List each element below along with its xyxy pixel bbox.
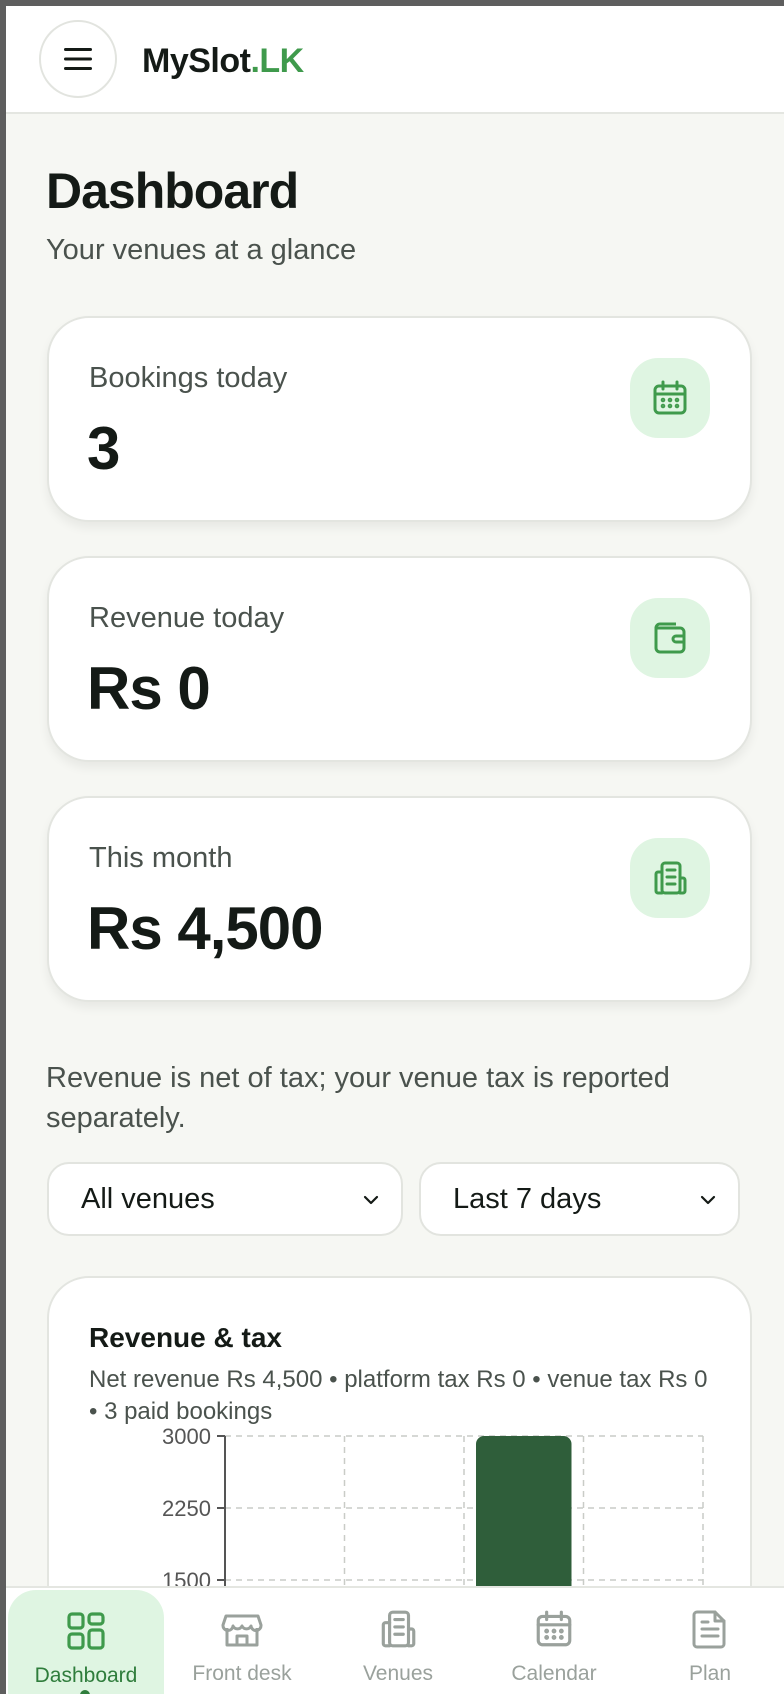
nav-item-calendar[interactable]: Calendar — [476, 1588, 632, 1694]
stat-value: 3 — [87, 415, 120, 482]
nav-label: Plan — [688, 1662, 732, 1685]
period-select-value: Last 7 days — [453, 1182, 602, 1215]
nav-item-plan[interactable]: Plan — [632, 1588, 784, 1694]
building-icon — [381, 1610, 416, 1648]
stat-icon-badge — [630, 358, 710, 438]
brand-tld: .LK — [250, 42, 304, 80]
nav-label: Calendar — [511, 1662, 597, 1685]
active-indicator — [80, 1690, 90, 1694]
calendar-icon — [536, 1610, 572, 1647]
chevron-down-icon — [700, 1195, 716, 1205]
y-tick-label: 3000 — [162, 1424, 211, 1449]
tax-note: Revenue is net of tax; your venue tax is… — [46, 1062, 670, 1134]
nav-label: Venues — [362, 1662, 434, 1685]
stat-icon-badge — [630, 598, 710, 678]
venue-select-value: All venues — [81, 1182, 215, 1215]
storefront-icon — [221, 1614, 263, 1647]
nav-label: Front desk — [192, 1662, 292, 1685]
brand-name: MySlot — [142, 42, 251, 80]
hamburger-menu-icon — [64, 48, 92, 70]
stat-value: Rs 0 — [87, 655, 211, 722]
nav-item-dashboard[interactable]: Dashboard — [8, 1590, 164, 1694]
app-frame: MySlot.LK Dashboard Your venues at a gla… — [6, 6, 784, 1694]
wallet-icon — [654, 622, 686, 654]
stat-label: Bookings today — [89, 362, 288, 394]
stat-card-this-month: This month Rs 4,500 — [47, 796, 752, 1002]
page-subtitle: Your venues at a glance — [46, 234, 357, 266]
receipt-icon — [654, 861, 687, 895]
nav-item-venues[interactable]: Venues — [320, 1588, 476, 1694]
top-bar: MySlot.LK — [6, 6, 784, 114]
document-icon — [692, 1610, 726, 1649]
calendar-icon — [653, 380, 687, 415]
page-title: Dashboard — [46, 163, 299, 219]
bottom-nav: Dashboard Front desk Venues Calendar Pla… — [6, 1586, 784, 1694]
chevron-down-icon — [363, 1195, 379, 1205]
stat-icon-badge — [630, 838, 710, 918]
stat-value: Rs 4,500 — [87, 895, 324, 962]
stat-label: This month — [89, 842, 233, 874]
nav-label: Dashboard — [34, 1664, 138, 1687]
y-tick-label: 2250 — [162, 1496, 211, 1521]
period-select[interactable]: Last 7 days — [419, 1162, 740, 1236]
dashboard-grid-icon — [67, 1612, 105, 1650]
stat-card-bookings-today: Bookings today 3 — [47, 316, 752, 522]
menu-button[interactable] — [39, 20, 117, 98]
stat-card-revenue-today: Revenue today Rs 0 — [47, 556, 752, 762]
venue-select[interactable]: All venues — [47, 1162, 403, 1236]
stat-label: Revenue today — [89, 602, 285, 634]
brand-logo[interactable]: MySlot.LK — [142, 42, 304, 81]
nav-item-front-desk[interactable]: Front desk — [164, 1588, 320, 1694]
